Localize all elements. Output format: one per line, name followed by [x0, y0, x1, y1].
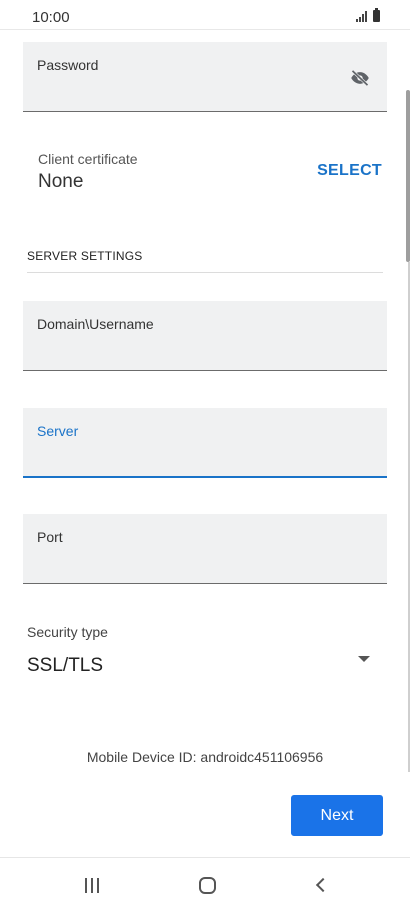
password-field[interactable]: Password	[23, 42, 387, 112]
status-bar: 10:00	[0, 0, 410, 30]
scrollbar-thumb[interactable]	[406, 90, 410, 262]
dropdown-arrow-icon[interactable]	[358, 656, 370, 662]
device-id-text: Mobile Device ID: androidc451106956	[86, 749, 324, 765]
server-field[interactable]: Server	[23, 408, 387, 478]
domain-username-field[interactable]: Domain\Username	[23, 301, 387, 371]
back-icon[interactable]	[306, 872, 336, 898]
visibility-off-icon[interactable]	[347, 68, 373, 88]
security-type-value[interactable]: SSL/TLS	[27, 655, 103, 677]
signal-icon	[356, 11, 367, 22]
select-certificate-button[interactable]: SELECT	[317, 162, 382, 180]
security-type-label: Security type	[27, 624, 108, 640]
navigation-bar	[0, 857, 410, 911]
server-label: Server	[37, 423, 79, 439]
client-certificate-label: Client certificate	[38, 151, 138, 167]
domain-username-label: Domain\Username	[37, 316, 154, 332]
battery-icon	[373, 8, 380, 22]
port-label: Port	[37, 529, 63, 545]
next-button[interactable]: Next	[291, 795, 383, 836]
status-icons	[356, 8, 380, 22]
server-settings-header: SERVER SETTINGS	[27, 249, 143, 263]
status-time: 10:00	[32, 9, 70, 26]
port-field[interactable]: Port	[23, 514, 387, 584]
home-icon[interactable]	[192, 872, 222, 898]
section-divider	[27, 272, 383, 273]
password-label: Password	[37, 57, 99, 73]
recents-icon[interactable]	[77, 872, 107, 898]
client-certificate-value: None	[38, 171, 84, 192]
